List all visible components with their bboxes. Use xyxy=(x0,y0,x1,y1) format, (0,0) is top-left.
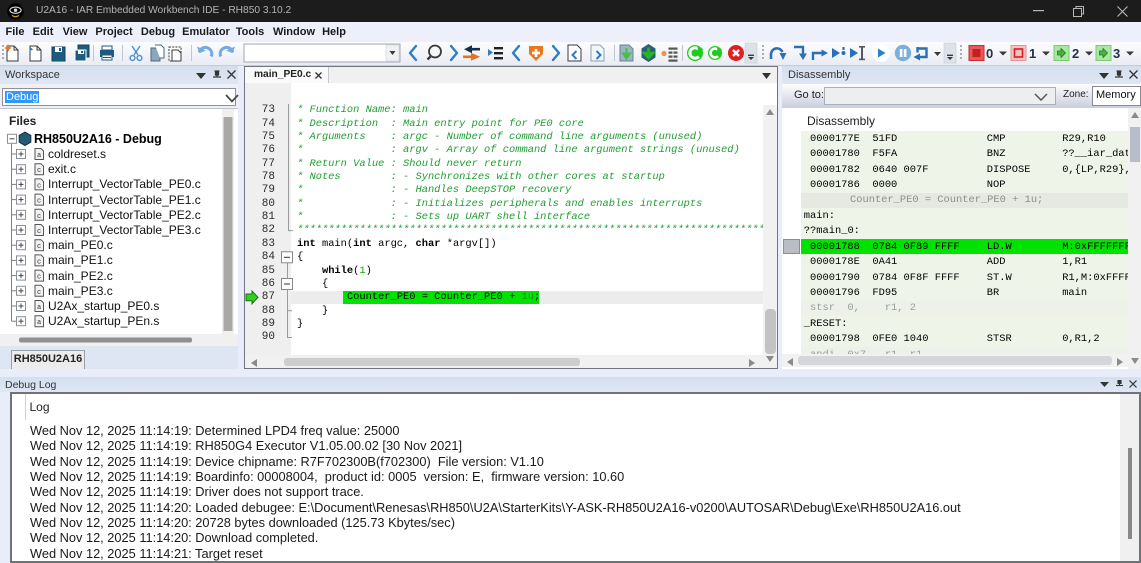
svg-text:c: c xyxy=(37,289,41,297)
svg-text:c: c xyxy=(37,167,41,175)
svg-text:c: c xyxy=(37,198,41,206)
svg-text:1: 1 xyxy=(1029,46,1036,61)
svg-text:c: c xyxy=(37,274,41,282)
svg-text:c: c xyxy=(37,182,41,190)
svg-text:2: 2 xyxy=(1072,46,1079,61)
svg-text:c: c xyxy=(37,258,41,266)
svg-text:c: c xyxy=(37,213,41,221)
svg-text:0: 0 xyxy=(986,46,993,61)
svg-text:3: 3 xyxy=(1113,46,1120,61)
svg-text:c: c xyxy=(37,228,41,236)
svg-text:c: c xyxy=(37,243,41,251)
svg-text:a: a xyxy=(37,304,41,312)
svg-text:a: a xyxy=(37,152,41,160)
svg-text:a: a xyxy=(37,319,41,327)
